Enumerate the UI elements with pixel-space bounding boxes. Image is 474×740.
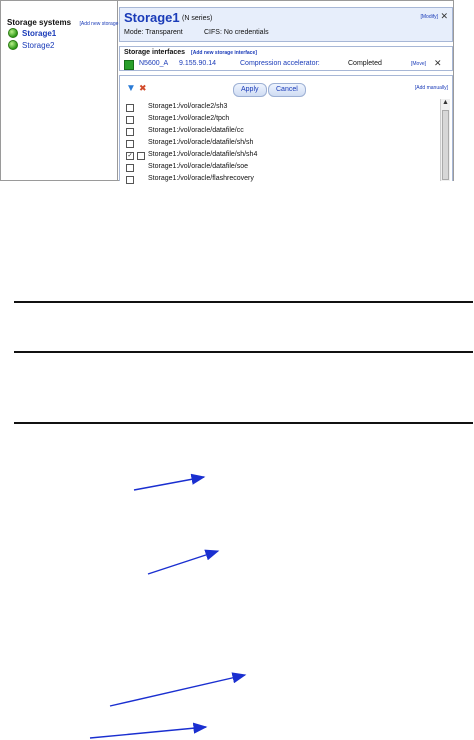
annotation-arrow <box>109 672 247 707</box>
annotation-arrow <box>89 722 208 739</box>
annotation-arrow <box>147 549 220 575</box>
annotation-arrow <box>133 473 206 491</box>
annotation-arrows <box>89 473 247 739</box>
